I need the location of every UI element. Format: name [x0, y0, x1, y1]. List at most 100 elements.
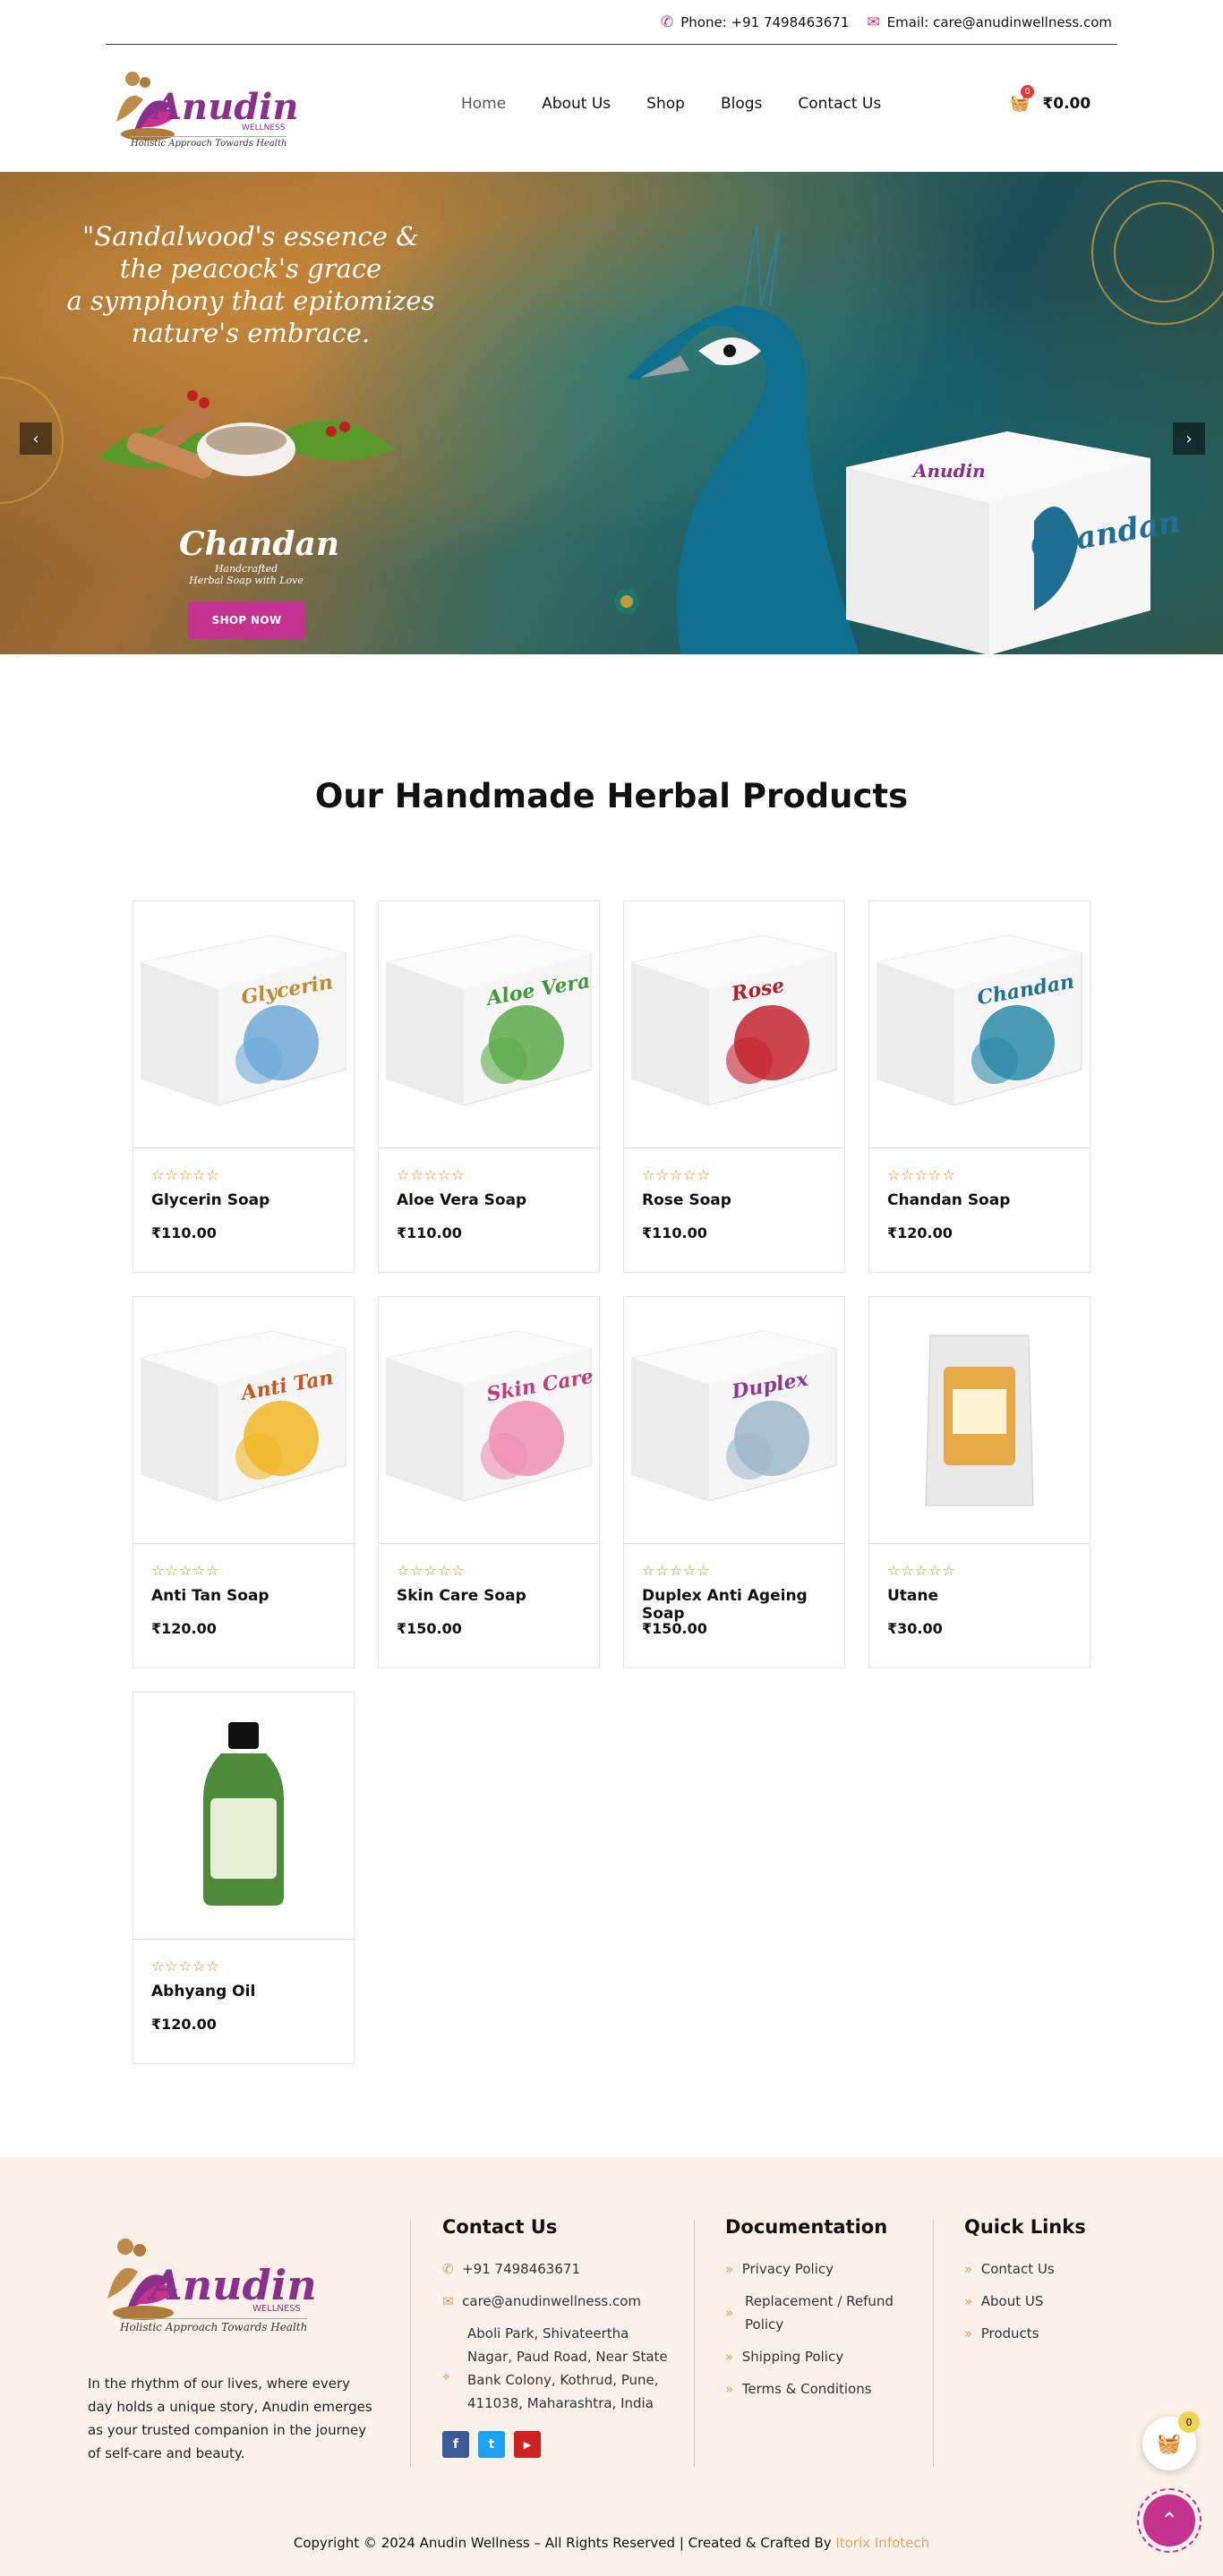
product-card[interactable]: Skin Care ☆☆☆☆☆ Skin Care Soap ₹150.00 — [378, 1296, 600, 1668]
product-image[interactable]: Rose — [624, 901, 844, 1148]
envelope-icon: ✉ — [867, 13, 880, 31]
soap-box-image — [386, 1329, 592, 1502]
product-price: ₹150.00 — [642, 1620, 707, 1637]
product-price: ₹30.00 — [887, 1620, 943, 1637]
hero-quote: "Sandalwood's essence & the peacock's gr… — [63, 220, 439, 349]
shop-now-button[interactable]: SHOP NOW — [188, 601, 305, 639]
copyright: Copyright © 2024 Anudin Wellness – All R… — [0, 2535, 1223, 2551]
slider-next-arrow[interactable]: › — [1173, 422, 1205, 455]
site-logo[interactable]: Anudin WELLNESS Holistic Approach Toward… — [107, 59, 299, 158]
product-image[interactable]: Chandan — [869, 901, 1090, 1148]
product-image[interactable] — [133, 1693, 354, 1940]
product-card[interactable]: ☆☆☆☆☆ Utane ₹30.00 — [868, 1296, 1090, 1668]
footer-link-about-label: About US — [980, 2293, 1044, 2309]
product-image[interactable]: Glycerin — [133, 901, 354, 1148]
nav-contact[interactable]: Contact Us — [798, 95, 881, 113]
nav-shop[interactable]: Shop — [646, 95, 685, 113]
logo-tagline: Holistic Approach Towards Health — [131, 136, 287, 149]
chevron-right-icon: » — [964, 2325, 973, 2341]
product-card[interactable]: Rose ☆☆☆☆☆ Rose Soap ₹110.00 — [623, 900, 845, 1273]
footer-doc-shipping-label: Shipping Policy — [741, 2349, 844, 2365]
facebook-icon[interactable]: f — [442, 2431, 469, 2458]
hero-quote-line-2: the peacock's grace — [119, 253, 382, 284]
header-cart[interactable]: 🧺 0 ₹0.00 — [1010, 85, 1091, 113]
product-name[interactable]: Chandan Soap — [887, 1191, 1010, 1209]
cart-total: ₹0.00 — [1042, 94, 1091, 113]
rating-stars-icon: ☆☆☆☆☆ — [151, 1166, 220, 1183]
rating-stars-icon: ☆☆☆☆☆ — [887, 1562, 956, 1579]
footer-contact-email[interactable]: ✉ care@anudinwellness.com — [442, 2290, 641, 2313]
footer-logo-tagline: Holistic Approach Towards Health — [120, 2318, 308, 2333]
product-name[interactable]: Utane — [887, 1587, 938, 1605]
product-name[interactable]: Skin Care Soap — [397, 1587, 526, 1605]
footer-doc-refund-label: Replacement / Refund Policy — [745, 2293, 894, 2333]
product-name[interactable]: Rose Soap — [642, 1191, 731, 1209]
product-name[interactable]: Aloe Vera Soap — [397, 1191, 526, 1209]
basket-icon: 🧺 0 — [1010, 85, 1034, 113]
product-name[interactable]: Abhyang Oil — [151, 1983, 255, 2000]
hero-quote-line-4: nature's embrace. — [131, 318, 371, 348]
logo-text: Anudin — [154, 86, 299, 128]
rating-stars-icon: ☆☆☆☆☆ — [151, 1562, 220, 1579]
product-name[interactable]: Anti Tan Soap — [151, 1587, 269, 1605]
topbar-email[interactable]: ✉ Email: care@anudinwellness.com — [867, 13, 1112, 31]
hero-brand: Chandan Handcrafted Herbal Soap with Lov… — [179, 525, 339, 586]
product-card[interactable]: Anti Tan ☆☆☆☆☆ Anti Tan Soap ₹120.00 — [133, 1296, 355, 1668]
product-name[interactable]: Glycerin Soap — [151, 1191, 269, 1209]
product-image[interactable]: Duplex — [624, 1297, 844, 1544]
rating-stars-icon: ☆☆☆☆☆ — [397, 1166, 466, 1183]
product-name[interactable]: Duplex Anti Ageing Soap — [642, 1587, 844, 1623]
chevron-right-icon: » — [964, 2261, 973, 2277]
scroll-to-top-button[interactable]: ⌃ — [1137, 2488, 1202, 2553]
product-card[interactable]: Chandan ☆☆☆☆☆ Chandan Soap ₹120.00 — [868, 900, 1090, 1273]
hero-slider: "Sandalwood's essence & the peacock's gr… — [0, 172, 1223, 654]
footer-links-title: Quick Links — [964, 2216, 1086, 2238]
footer-doc-privacy-label: Privacy Policy — [741, 2261, 834, 2277]
footer-doc-shipping[interactable]: » Shipping Policy — [725, 2345, 843, 2368]
footer-link-contact[interactable]: » Contact Us — [964, 2257, 1055, 2281]
credit-link[interactable]: Itorix Infotech — [835, 2535, 929, 2551]
footer-doc-terms[interactable]: » Terms & Conditions — [725, 2377, 872, 2401]
twitter-icon[interactable]: t — [478, 2431, 505, 2458]
topbar-email-text: Email: care@anudinwellness.com — [886, 13, 1112, 30]
footer-logo-text: Anudin — [150, 2261, 317, 2309]
slider-prev-arrow[interactable]: ‹ — [20, 422, 52, 455]
footer-contact-phone[interactable]: ✆ +91 7498463671 — [442, 2257, 580, 2281]
product-card[interactable]: Duplex ☆☆☆☆☆ Duplex Anti Ageing Soap ₹150.0… — [623, 1296, 845, 1668]
product-image[interactable]: Skin Care — [379, 1297, 599, 1544]
footer-divider-3 — [933, 2220, 934, 2467]
nav-home[interactable]: Home — [461, 95, 506, 113]
soap-box-image — [141, 1329, 346, 1502]
chevron-up-icon: ⌃ — [1143, 2495, 1195, 2546]
floating-cart-button[interactable]: 🧺 0 — [1142, 2411, 1200, 2470]
footer-divider-1 — [410, 2220, 411, 2467]
footer-docs-title: Documentation — [725, 2216, 888, 2238]
section-title: Our Handmade Herbal Products — [314, 777, 909, 815]
footer-contact-address: Aboli Park, Shivateertha Nagar, Paud Roa… — [467, 2325, 668, 2411]
hero-brand-title: Chandan — [179, 525, 339, 563]
topbar-phone[interactable]: ✆ Phone: +91 7498463671 — [661, 13, 849, 31]
site-footer: Anudin WELLNESS Holistic Approach Toward… — [0, 2157, 1223, 2576]
nav-about[interactable]: About Us — [542, 95, 611, 113]
footer-email-text: care@anudinwellness.com — [462, 2293, 642, 2309]
product-price: ₹120.00 — [151, 2016, 217, 2033]
youtube-icon[interactable]: ▶ — [514, 2431, 541, 2458]
envelope-icon: ✉ — [442, 2293, 454, 2309]
product-card[interactable]: Aloe Vera ☆☆☆☆☆ Aloe Vera Soap ₹110.00 — [378, 900, 600, 1273]
footer-logo[interactable]: Anudin WELLNESS Holistic Approach Toward… — [98, 2227, 317, 2343]
footer-doc-refund[interactable]: » Replacement / Refund Policy — [725, 2290, 904, 2336]
footer-link-about[interactable]: » About US — [964, 2290, 1043, 2313]
rating-stars-icon: ☆☆☆☆☆ — [887, 1166, 956, 1183]
nav-blogs[interactable]: Blogs — [721, 95, 762, 113]
product-card[interactable]: ☆☆☆☆☆ Abhyang Oil ₹120.00 — [133, 1692, 355, 2064]
footer-link-products[interactable]: » Products — [964, 2322, 1039, 2345]
chevron-right-icon: » — [725, 2381, 734, 2397]
footer-doc-privacy[interactable]: » Privacy Policy — [725, 2257, 834, 2281]
hero-brand-sub2: Herbal Soap with Love — [189, 575, 304, 586]
product-image[interactable] — [869, 1297, 1090, 1544]
product-image[interactable]: Anti Tan — [133, 1297, 354, 1544]
soap-box-image — [631, 1329, 837, 1502]
product-card[interactable]: Glycerin ☆☆☆☆☆ Glycerin Soap ₹110.00 — [133, 900, 355, 1273]
basket-icon: 🧺 — [1157, 2432, 1182, 2455]
product-image[interactable]: Aloe Vera — [379, 901, 599, 1148]
